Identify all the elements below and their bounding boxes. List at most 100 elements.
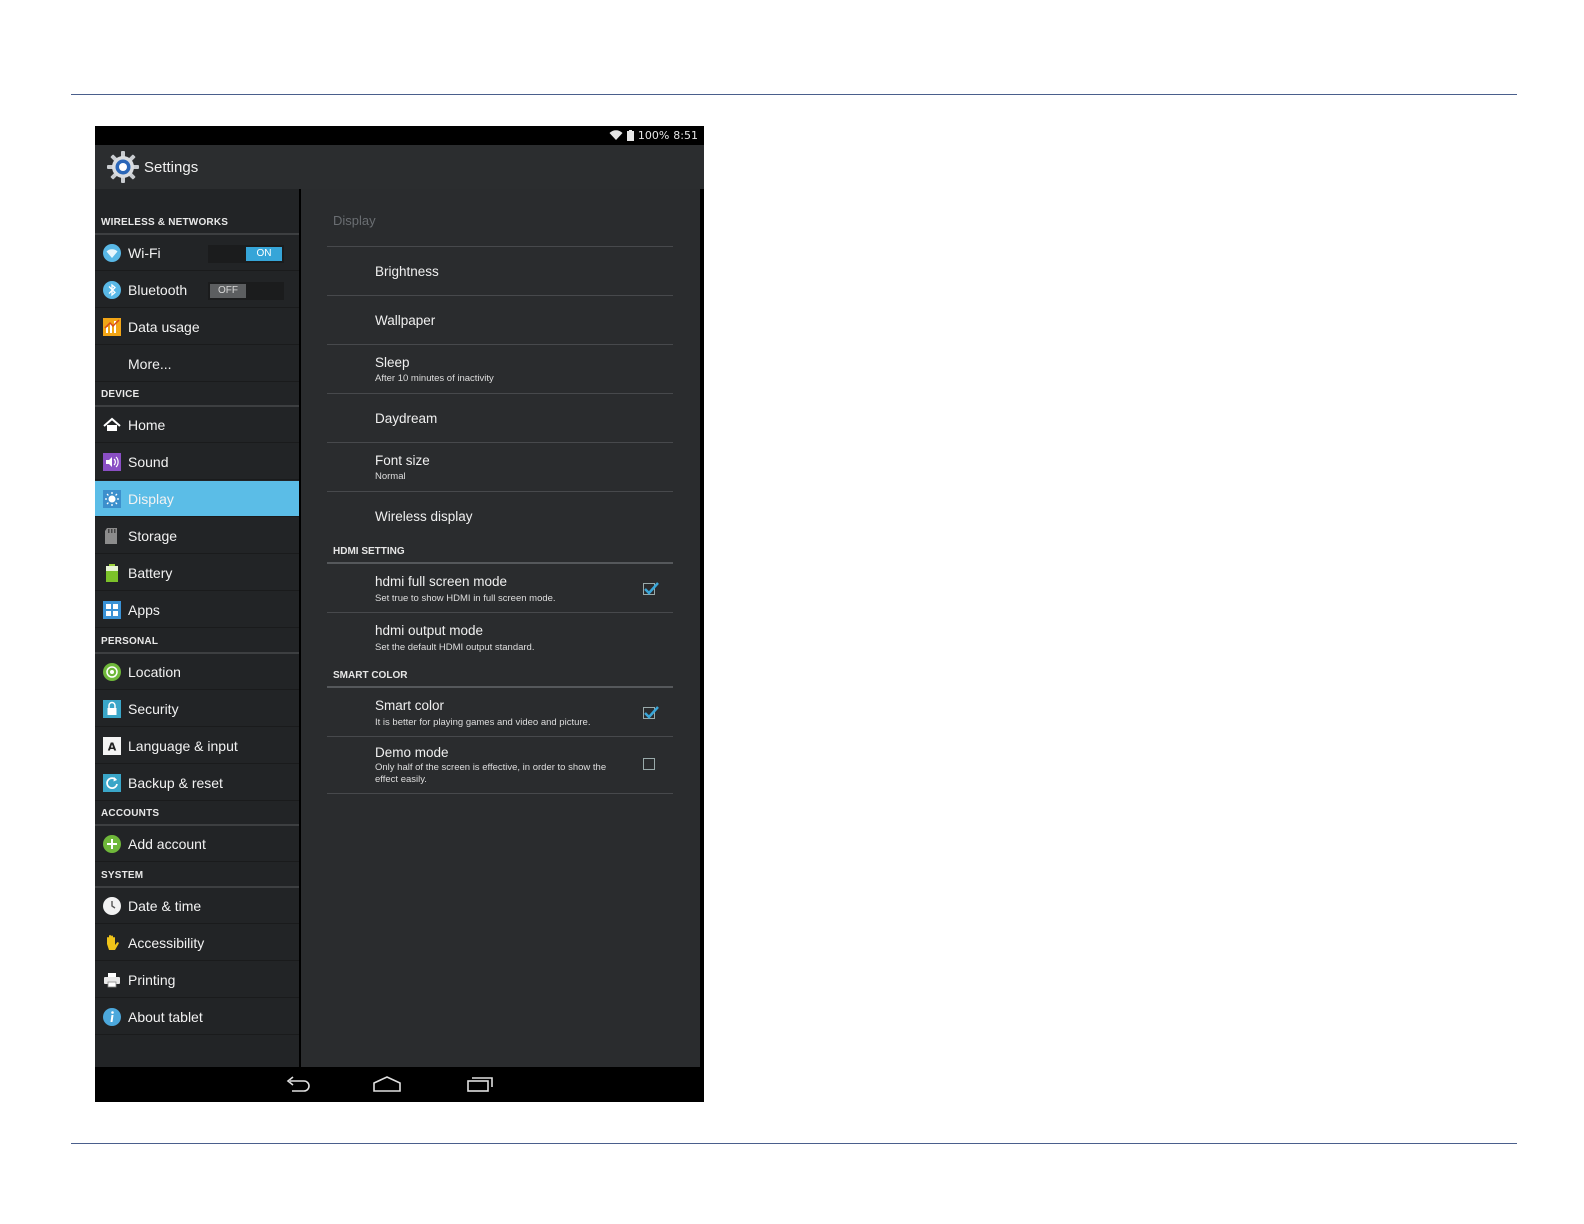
sidebar-item-language[interactable]: A Language & input bbox=[95, 728, 299, 764]
battery-percent: 100% bbox=[637, 129, 670, 142]
clock: 8:51 bbox=[673, 129, 698, 142]
sidebar-item-label: Data usage bbox=[128, 318, 200, 335]
sidebar-item-about[interactable]: About tablet bbox=[95, 999, 299, 1035]
sound-icon bbox=[102, 452, 122, 472]
setting-title: Smart color bbox=[375, 698, 445, 713]
sidebar-item-label: Battery bbox=[128, 564, 173, 581]
recent-apps-icon[interactable] bbox=[466, 1075, 494, 1098]
section-header-wireless: WIRELESS & NETWORKS bbox=[101, 217, 229, 228]
setting-summary: After 10 minutes of inactivity bbox=[375, 373, 494, 384]
add-icon bbox=[102, 834, 122, 854]
setting-wallpaper[interactable]: Wallpaper bbox=[327, 296, 673, 344]
sidebar-item-label: Apps bbox=[128, 601, 160, 618]
sidebar-item-battery[interactable]: Battery bbox=[95, 555, 299, 591]
setting-wireless-display[interactable]: Wireless display bbox=[327, 492, 673, 540]
storage-icon bbox=[102, 526, 122, 546]
battery-icon bbox=[102, 563, 122, 583]
tablet-screenshot: 100% 8:51 Settings WIRELESS & NETWORKS W… bbox=[95, 126, 704, 1102]
section-header-hdmi: HDMI SETTING bbox=[333, 546, 405, 557]
app-title: Settings bbox=[144, 158, 199, 176]
sidebar-item-sound[interactable]: Sound bbox=[95, 444, 299, 480]
backup-icon bbox=[102, 773, 122, 793]
back-icon[interactable] bbox=[284, 1075, 312, 1098]
sidebar-item-home[interactable]: Home bbox=[95, 407, 299, 443]
info-icon bbox=[102, 1007, 122, 1027]
sidebar-item-label: Language & input bbox=[128, 737, 238, 754]
sidebar-item-data-usage[interactable]: Data usage bbox=[95, 309, 299, 345]
setting-summary: Set true to show HDMI in full screen mod… bbox=[375, 593, 556, 604]
language-icon: A bbox=[102, 736, 122, 756]
divider bbox=[327, 793, 673, 794]
setting-title: hdmi output mode bbox=[375, 623, 484, 638]
sidebar-item-label: Home bbox=[128, 416, 166, 433]
section-header-accounts: ACCOUNTS bbox=[101, 808, 160, 819]
sidebar-item-label: Storage bbox=[128, 527, 178, 544]
wifi-icon bbox=[102, 243, 122, 263]
setting-summary: Set the default HDMI output standard. bbox=[375, 642, 535, 653]
setting-brightness[interactable]: Brightness bbox=[327, 247, 673, 295]
bluetooth-toggle[interactable]: OFF bbox=[208, 282, 284, 300]
sidebar-item-location[interactable]: Location bbox=[95, 654, 299, 690]
setting-summary: It is better for playing games and video… bbox=[375, 717, 591, 728]
svg-text:A: A bbox=[108, 740, 117, 753]
sidebar-item-label: Add account bbox=[128, 835, 206, 852]
home-nav-icon[interactable] bbox=[372, 1075, 402, 1098]
location-icon bbox=[102, 662, 122, 682]
sidebar-item-label: Location bbox=[128, 663, 181, 680]
settings-sidebar: WIRELESS & NETWORKS Wi-Fi ON Bluetooth O… bbox=[95, 189, 299, 1067]
action-bar: Settings bbox=[95, 145, 704, 189]
home-icon bbox=[102, 415, 122, 435]
setting-hdmi-full-screen[interactable]: hdmi full screen mode Set true to show H… bbox=[327, 564, 673, 612]
bluetooth-icon bbox=[102, 280, 122, 300]
smart-color-checkbox[interactable] bbox=[643, 706, 659, 719]
display-settings-panel: Display Brightness Wallpaper Sleep After… bbox=[301, 189, 700, 1067]
page-bottom-rule bbox=[71, 1143, 1517, 1144]
sidebar-item-label: Date & time bbox=[128, 897, 202, 914]
demo-mode-checkbox[interactable] bbox=[643, 758, 655, 770]
wifi-toggle[interactable]: ON bbox=[208, 245, 284, 263]
lock-icon bbox=[102, 699, 122, 719]
sidebar-item-label: Wi-Fi bbox=[128, 244, 161, 261]
setting-smart-color[interactable]: Smart color It is better for playing gam… bbox=[327, 688, 673, 736]
sidebar-item-wifi[interactable]: Wi-Fi ON bbox=[95, 235, 299, 271]
setting-title: Wireless display bbox=[375, 509, 473, 524]
section-header-system: SYSTEM bbox=[101, 870, 144, 881]
setting-title: Daydream bbox=[375, 411, 438, 426]
section-header-device: DEVICE bbox=[101, 389, 140, 400]
settings-gear-icon[interactable] bbox=[106, 150, 140, 184]
setting-daydream[interactable]: Daydream bbox=[327, 394, 673, 442]
sidebar-item-label: Backup & reset bbox=[128, 774, 223, 791]
setting-hdmi-output[interactable]: hdmi output mode Set the default HDMI ou… bbox=[327, 613, 673, 661]
setting-sleep[interactable]: Sleep After 10 minutes of inactivity bbox=[327, 345, 673, 393]
sidebar-item-label: Security bbox=[128, 700, 179, 717]
setting-summary: Only half of the screen is effective, in… bbox=[375, 762, 607, 785]
sidebar-item-apps[interactable]: Apps bbox=[95, 592, 299, 628]
sidebar-item-accessibility[interactable]: Accessibility bbox=[95, 925, 299, 961]
data-usage-icon bbox=[102, 317, 122, 337]
setting-demo-mode[interactable]: Demo mode Only half of the screen is eff… bbox=[327, 737, 673, 793]
navigation-bar bbox=[95, 1067, 704, 1102]
sidebar-item-security[interactable]: Security bbox=[95, 691, 299, 727]
toggle-state: OFF bbox=[210, 284, 246, 298]
sidebar-item-label: About tablet bbox=[128, 1008, 203, 1025]
setting-summary: Normal bbox=[375, 471, 406, 482]
setting-font-size[interactable]: Font size Normal bbox=[327, 443, 673, 491]
sidebar-item-add-account[interactable]: Add account bbox=[95, 826, 299, 862]
battery-status-icon bbox=[626, 130, 634, 141]
printer-icon bbox=[102, 970, 122, 990]
status-bar: 100% 8:51 bbox=[95, 126, 704, 145]
sidebar-item-display[interactable]: Display bbox=[95, 481, 299, 517]
setting-title: Brightness bbox=[375, 264, 439, 279]
sidebar-item-bluetooth[interactable]: Bluetooth OFF bbox=[95, 272, 299, 308]
sidebar-item-label: More... bbox=[128, 355, 172, 372]
sidebar-item-more[interactable]: More... bbox=[95, 346, 299, 382]
clock-icon bbox=[102, 896, 122, 916]
sidebar-item-label: Printing bbox=[128, 971, 176, 988]
sidebar-item-date-time[interactable]: Date & time bbox=[95, 888, 299, 924]
hand-icon bbox=[102, 933, 122, 953]
hdmi-full-screen-checkbox[interactable] bbox=[643, 582, 659, 595]
sidebar-item-printing[interactable]: Printing bbox=[95, 962, 299, 998]
setting-title: Wallpaper bbox=[375, 313, 436, 328]
sidebar-item-backup[interactable]: Backup & reset bbox=[95, 765, 299, 801]
sidebar-item-storage[interactable]: Storage bbox=[95, 518, 299, 554]
